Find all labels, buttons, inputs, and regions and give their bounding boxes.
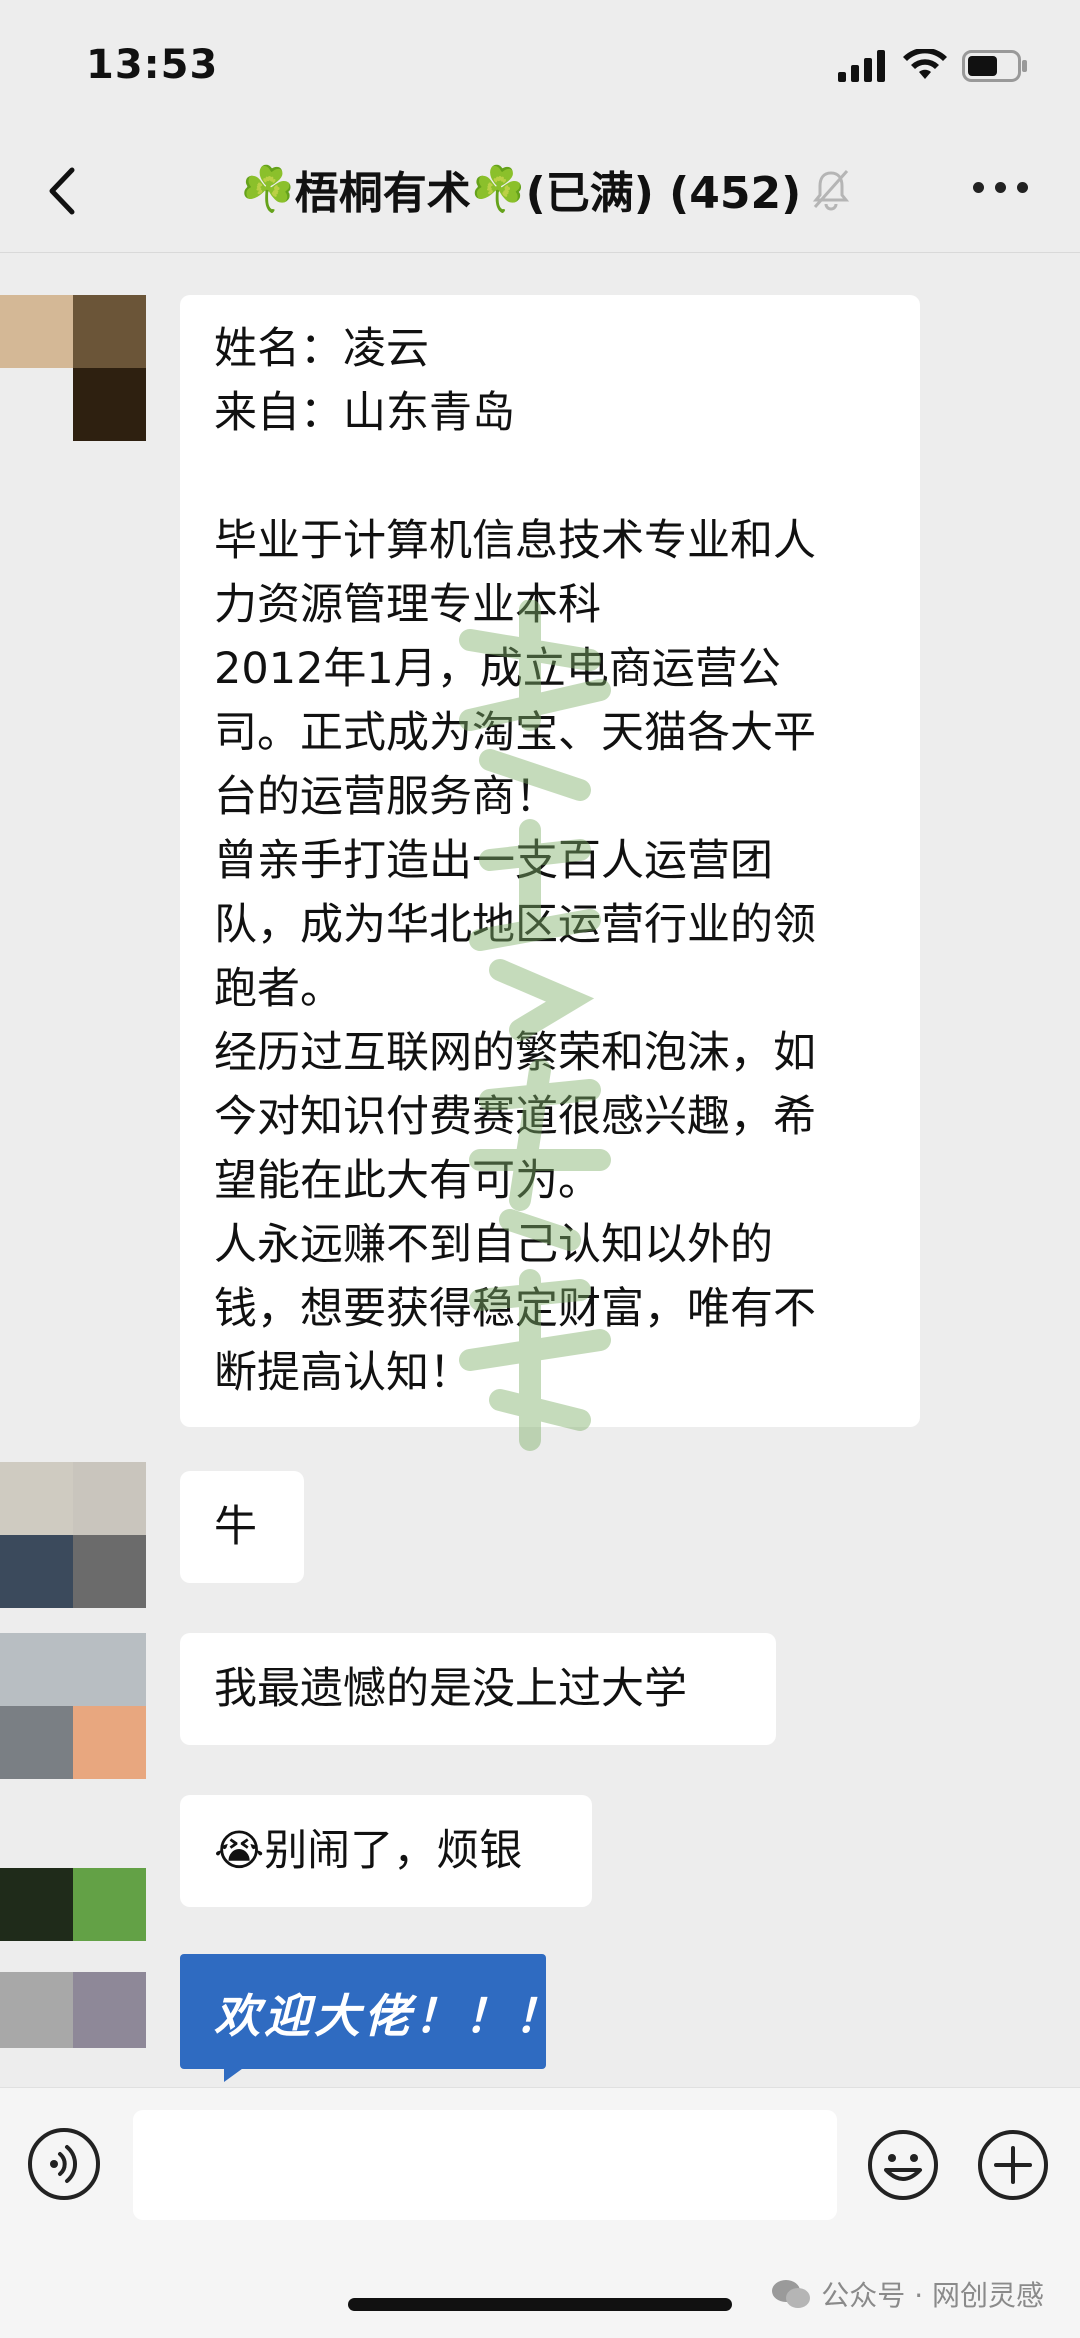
message-bubble[interactable]: 牛 <box>180 1471 304 1583</box>
message-line: 毕业于计算机信息技术专业和人 <box>214 516 816 566</box>
message-bubble[interactable]: 我最遗憾的是没上过大学 <box>180 1633 776 1745</box>
sticker-text: 欢迎大佬！！！ <box>214 1989 564 2043</box>
voice-input-button[interactable] <box>28 2128 100 2200</box>
avatar[interactable] <box>0 1795 146 1941</box>
plus-icon[interactable] <box>976 2128 1050 2202</box>
watermark-text: 公众号 · 网创灵感 <box>821 2279 1044 2312</box>
avatar[interactable] <box>0 1633 146 1779</box>
message-line: 钱，想要获得稳定财富，唯有不 <box>214 1284 816 1334</box>
message-line: 来自：山东青岛 <box>214 388 515 438</box>
mute-bell-icon <box>813 170 850 211</box>
avatar[interactable] <box>0 295 146 441</box>
group-name: 梧桐有术 <box>294 168 471 219</box>
message-line: 跑者。 <box>214 964 343 1014</box>
more-options-icon[interactable] <box>973 182 1028 193</box>
avatar[interactable] <box>0 1462 146 1608</box>
intro-text: 姓名：凌云来自：山东青岛毕业于计算机信息技术专业和人 力资源管理专业本科 2012年… <box>214 317 886 1405</box>
account-watermark: 公众号 · 网创灵感 <box>771 2274 1044 2314</box>
message-line: 姓名：凌云 <box>214 324 429 374</box>
welcome-sticker[interactable]: 欢迎大佬！！！ <box>180 1954 560 2069</box>
back-chevron-icon[interactable] <box>44 166 84 216</box>
message-line: 断提高认知！ <box>214 1348 472 1398</box>
message-bubble[interactable]: 姓名：凌云来自：山东青岛毕业于计算机信息技术专业和人 力资源管理专业本科 2012年… <box>180 295 920 1427</box>
crying-face-emoji: 😭 <box>214 1826 265 1876</box>
emoji-icon[interactable] <box>866 2128 940 2202</box>
status-bar: 13:53 <box>0 0 1080 130</box>
cellular-signal-icon <box>838 50 885 82</box>
message-line: 司。正式成为淘宝、天猫各大平 <box>214 708 816 758</box>
avatar[interactable] <box>0 1972 146 2048</box>
wifi-icon <box>903 49 947 79</box>
message-input[interactable] <box>133 2110 837 2220</box>
message-line: 人永远赚不到自己认知以外的 <box>214 1220 773 1270</box>
message-line: 今对知识付费赛道很感兴趣，希 <box>214 1092 816 1142</box>
battery-icon <box>962 50 1027 82</box>
wechat-icon <box>772 2280 811 2308</box>
message-line: 队，成为华北地区运营行业的领 <box>214 900 816 950</box>
message-line: 2012年1月，成立电商运营公 <box>214 644 781 694</box>
chat-title: ☘️ 梧桐有术 ☘️ (已满) (452) <box>240 158 851 220</box>
message-line: 曾亲手打造出一支百人运营团 <box>214 836 773 886</box>
home-indicator[interactable] <box>348 2298 732 2311</box>
message-bubble[interactable]: 😭别闹了，烦银 <box>180 1795 592 1907</box>
message-line <box>214 445 886 509</box>
clover-emoji-left: ☘️ <box>240 164 295 215</box>
status-icons <box>838 46 1028 86</box>
voice-icon <box>50 2145 78 2183</box>
clover-emoji-right: ☘️ <box>470 164 526 215</box>
status-time: 13:53 <box>86 42 219 88</box>
chat-header: ☘️ 梧桐有术 ☘️ (已满) (452) <box>0 130 1080 253</box>
group-member-count: (已满) (452) <box>525 168 802 219</box>
sticker-tail <box>224 2066 268 2082</box>
message-text: 别闹了，烦银 <box>264 1826 523 1876</box>
message-line: 望能在此大有可为。 <box>214 1156 601 1206</box>
message-text: 牛 <box>214 1502 257 1552</box>
message-line: 经历过互联网的繁荣和泡沫，如 <box>214 1028 816 1078</box>
message-line: 力资源管理专业本科 <box>214 580 601 630</box>
message-text: 我最遗憾的是没上过大学 <box>214 1664 687 1714</box>
message-line: 台的运营服务商！ <box>214 772 558 822</box>
